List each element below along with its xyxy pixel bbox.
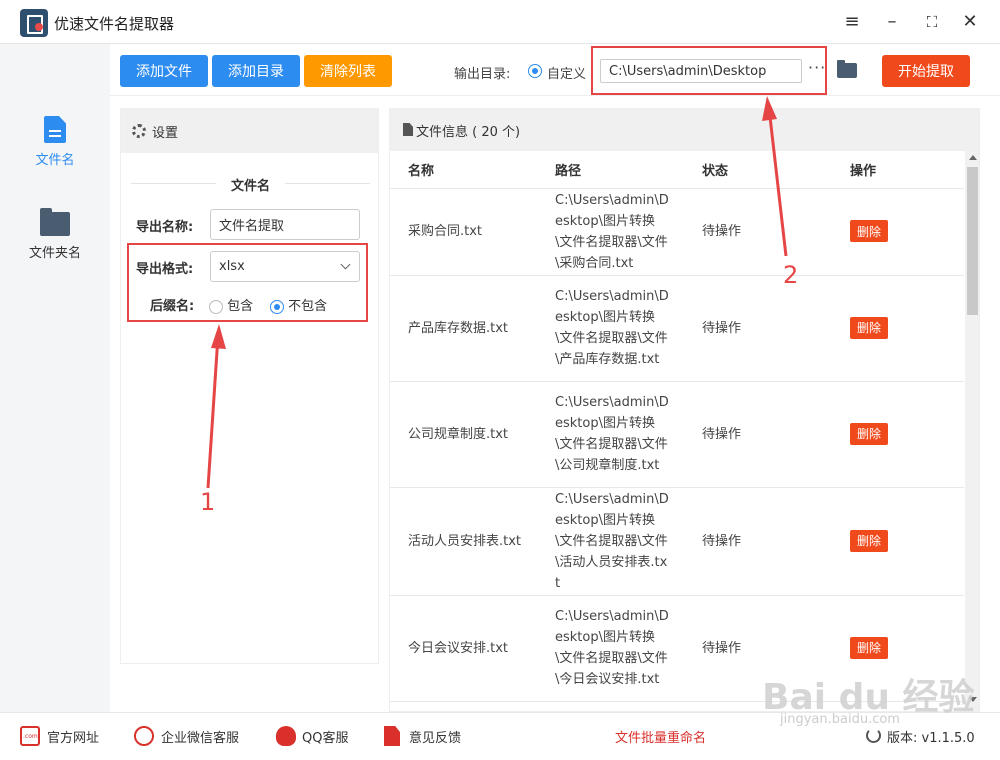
- minimize-icon[interactable]: –: [880, 10, 904, 34]
- wechat-support-link[interactable]: 企业微信客服: [161, 727, 239, 746]
- feedback-icon: [384, 726, 400, 746]
- annotation-box-2: [591, 46, 827, 95]
- maximize-icon[interactable]: ⛶: [920, 10, 944, 34]
- sidebar-item-foldername[interactable]: 文件夹名: [0, 208, 110, 280]
- version-info: 版本: v1.1.5.0: [887, 727, 975, 746]
- annotation-arrow-1: [206, 324, 226, 489]
- annotation-number-2: 2: [783, 261, 799, 289]
- custom-dir-radio[interactable]: [528, 64, 542, 78]
- toolbar: 添加文件 添加目录 清除列表 输出目录: 自定义 ··· 开始提取: [110, 44, 1000, 96]
- output-dir-label: 输出目录:: [454, 67, 511, 82]
- website-link[interactable]: 官方网址: [47, 727, 99, 746]
- website-icon: [20, 726, 40, 746]
- folder-icon: [40, 208, 70, 236]
- export-name-input[interactable]: [210, 209, 360, 240]
- table-scrollbar[interactable]: [965, 151, 979, 711]
- file-path-cell: C:\Users\admin\Desktop\图片转换\文件名提取器\文件\采购…: [555, 188, 702, 276]
- delete-button[interactable]: 删除: [850, 316, 889, 339]
- file-info-panel: 文件信息 ( 20 个) 名称 路径 状态 操作 采购合同.txt C:\Use…: [389, 108, 980, 712]
- file-table: 名称 路径 状态 操作 采购合同.txt C:\Users\admin\Desk…: [390, 151, 964, 702]
- custom-dir-label: 自定义: [547, 67, 587, 82]
- sidebar-item-filename[interactable]: 文件名: [0, 116, 110, 186]
- file-status-cell: 待操作: [702, 487, 850, 596]
- clear-list-button[interactable]: 清除列表: [304, 55, 392, 87]
- delete-button[interactable]: 删除: [850, 529, 889, 552]
- section-title: 文件名: [230, 179, 270, 194]
- app-title: 优速文件名提取器: [54, 15, 175, 33]
- annotation-number-1: 1: [200, 488, 216, 516]
- file-path-cell: C:\Users\admin\Desktop\图片转换\文件名提取器\文件\公司…: [555, 381, 702, 488]
- file-action-cell: 删除: [850, 487, 964, 596]
- table-row: 采购合同.txt C:\Users\admin\Desktop\图片转换\文件名…: [390, 188, 964, 276]
- add-file-button[interactable]: 添加文件: [120, 55, 208, 87]
- file-path-cell: C:\Users\admin\Desktop\图片转换\文件名提取器\文件\产品…: [555, 275, 702, 382]
- start-extract-button[interactable]: 开始提取: [882, 55, 970, 87]
- column-header-path: 路径: [555, 151, 702, 189]
- settings-title: 设置: [152, 126, 179, 141]
- sidebar-item-label: 文件夹名: [28, 246, 81, 261]
- file-status-cell: 待操作: [702, 381, 850, 488]
- file-name-cell: 采购合同.txt: [390, 188, 555, 276]
- settings-header: 设置: [121, 109, 378, 153]
- delete-button[interactable]: 删除: [850, 422, 889, 445]
- app-logo-icon: [20, 9, 48, 37]
- feedback-link[interactable]: 意见反馈: [409, 727, 461, 746]
- file-path-text: C:\Users\admin\Desktop\图片转换\文件名提取器\文件\产品…: [555, 289, 669, 367]
- column-header-action: 操作: [850, 151, 964, 189]
- export-name-label: 导出名称:: [136, 220, 194, 235]
- file-path-text: C:\Users\admin\Desktop\图片转换\文件名提取器\文件\公司…: [555, 395, 669, 473]
- file-name-cell: 公司规章制度.txt: [390, 381, 555, 488]
- file-action-cell: 删除: [850, 275, 964, 382]
- close-icon[interactable]: ✕: [958, 10, 982, 34]
- annotation-box-1: [127, 243, 368, 322]
- table-row: 产品库存数据.txt C:\Users\admin\Desktop\图片转换\文…: [390, 275, 964, 382]
- column-header-name: 名称: [390, 151, 555, 189]
- version-number: v1.1.5.0: [921, 731, 975, 746]
- wechat-icon: [134, 726, 154, 746]
- table-row: 活动人员安排表.txt C:\Users\admin\Desktop\图片转换\…: [390, 487, 964, 596]
- settings-panel: 设置 文件名 导出名称: 导出格式: xlsx 后缀名: 包含 不包含: [120, 108, 379, 664]
- document-icon: [403, 123, 413, 136]
- file-name-cell: 产品库存数据.txt: [390, 275, 555, 382]
- watermark-url: jingyan.baidu.com: [780, 712, 900, 727]
- file-path-cell: C:\Users\admin\Desktop\图片转换\文件名提取器\文件\今日…: [555, 595, 702, 702]
- file-count-title: 文件信息 ( 20 个): [416, 125, 521, 140]
- file-path-text: C:\Users\admin\Desktop\图片转换\文件名提取器\文件\活动…: [555, 491, 669, 591]
- delete-button[interactable]: 删除: [850, 636, 889, 659]
- qq-icon: [276, 726, 296, 746]
- add-directory-button[interactable]: 添加目录: [212, 55, 300, 87]
- sidebar: 文件名 文件夹名: [0, 44, 110, 712]
- sidebar-item-label: 文件名: [35, 153, 75, 168]
- table-row: 公司规章制度.txt C:\Users\admin\Desktop\图片转换\文…: [390, 381, 964, 488]
- qq-support-link[interactable]: QQ客服: [302, 727, 348, 746]
- file-path-cell: C:\Users\admin\Desktop\图片转换\文件名提取器\文件\活动…: [555, 487, 702, 596]
- file-name-cell: 活动人员安排表.txt: [390, 487, 555, 596]
- file-path-text: C:\Users\admin\Desktop\图片转换\文件名提取器\文件\今日…: [555, 609, 669, 687]
- file-icon: [44, 116, 66, 143]
- refresh-icon[interactable]: [866, 728, 881, 743]
- file-info-header: 文件信息 ( 20 个): [390, 109, 979, 151]
- version-label: 版本:: [887, 731, 918, 746]
- title-bar: 优速文件名提取器 ≡ – ⛶ ✕: [0, 0, 1000, 44]
- batch-rename-link[interactable]: 文件批量重命名: [615, 727, 706, 746]
- file-action-cell: 删除: [850, 188, 964, 276]
- gear-icon: [132, 124, 146, 138]
- scroll-up-icon[interactable]: [969, 155, 977, 160]
- file-status-cell: 待操作: [702, 275, 850, 382]
- scrollbar-thumb[interactable]: [967, 167, 978, 315]
- open-folder-icon[interactable]: [837, 60, 857, 78]
- annotation-arrow-2: [762, 96, 788, 257]
- table-header-row: 名称 路径 状态 操作: [390, 151, 964, 189]
- file-name-text: 活动人员安排表.txt: [408, 533, 522, 549]
- file-action-cell: 删除: [850, 381, 964, 488]
- menu-icon[interactable]: ≡: [840, 10, 864, 34]
- delete-button[interactable]: 删除: [850, 220, 889, 243]
- file-path-text: C:\Users\admin\Desktop\图片转换\文件名提取器\文件\采购…: [555, 192, 669, 271]
- file-name-cell: 今日会议安排.txt: [390, 595, 555, 702]
